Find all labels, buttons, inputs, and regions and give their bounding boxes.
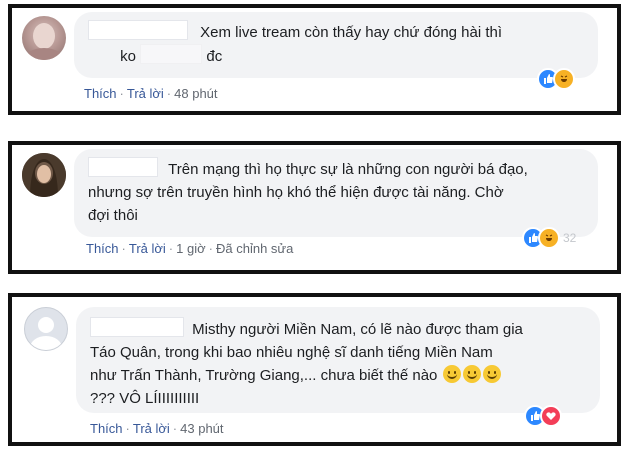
redacted-username[interactable]	[90, 317, 184, 337]
reply-button[interactable]: Trả lời	[129, 241, 166, 256]
separator-dot: ·	[125, 421, 130, 436]
reaction-count: 32	[563, 231, 577, 245]
reaction-summary[interactable]	[524, 405, 562, 427]
reply-button[interactable]: Trả lời	[133, 421, 170, 436]
smile-emoji-icon	[462, 365, 481, 383]
redacted-text	[140, 44, 203, 64]
comment-text: đợi thôi	[88, 207, 138, 224]
comment-text: đc	[206, 48, 223, 65]
redacted-text	[88, 46, 116, 64]
comment-text: ko	[120, 48, 137, 65]
comment-timestamp[interactable]: 1 giờ	[176, 241, 206, 256]
comment-timestamp[interactable]: 48 phút	[174, 86, 217, 101]
like-button[interactable]: Thích	[84, 86, 117, 101]
separator-dot: ·	[208, 241, 213, 256]
comment-card-1: Xem live tream còn thấy hay chứ đóng hài…	[8, 4, 621, 115]
comment-bubble: Trên mạng thì họ thực sự là những con ng…	[74, 149, 598, 237]
haha-icon	[538, 227, 560, 249]
commenter-avatar[interactable]	[22, 153, 66, 197]
comment-text: Misthy người Miền Nam, có lẽ nào được th…	[192, 321, 523, 338]
separator-dot: ·	[168, 241, 174, 256]
comment-text: nhưng sợ trên truyền hình họ khó thể hiệ…	[88, 184, 504, 201]
avatar-photo-icon	[24, 23, 64, 60]
comment-card-3: Misthy người Miền Nam, có lẽ nào được th…	[8, 293, 621, 446]
default-avatar-icon	[30, 317, 62, 350]
reply-button[interactable]: Trả lời	[127, 86, 164, 101]
comment-timestamp[interactable]: 43 phút	[180, 421, 223, 436]
love-icon	[540, 405, 562, 427]
commenter-avatar[interactable]	[24, 307, 68, 351]
separator-dot: ·	[166, 86, 172, 101]
comment-text: như Trấn Thành, Trường Giang,... chưa bi…	[90, 367, 438, 384]
comment-text: Trên mạng thì họ thực sự là những con ng…	[168, 161, 528, 178]
separator-dot: ·	[119, 86, 124, 101]
comment-bubble: Misthy người Miền Nam, có lẽ nào được th…	[76, 307, 600, 413]
comment-card-2: Trên mạng thì họ thực sự là những con ng…	[8, 141, 621, 274]
comment-text: Xem live tream còn thấy hay chứ đóng hài…	[200, 24, 503, 41]
comment-actions: Thích · Trả lời · 43 phút	[90, 421, 224, 436]
comment-bubble: Xem live tream còn thấy hay chứ đóng hài…	[74, 12, 598, 78]
commenter-avatar[interactable]	[22, 16, 66, 60]
smile-emoji-icon	[482, 365, 501, 383]
like-button[interactable]: Thích	[90, 421, 123, 436]
redacted-username[interactable]	[88, 157, 158, 177]
comment-actions: Thích · Trả lời · 48 phút	[84, 86, 218, 101]
haha-icon	[553, 68, 575, 90]
reaction-summary[interactable]	[537, 68, 575, 90]
comment-text: Táo Quân, trong khi bao nhiêu nghệ sĩ da…	[90, 344, 493, 361]
separator-dot: ·	[121, 241, 126, 256]
edited-label[interactable]: Đã chỉnh sửa	[216, 241, 293, 256]
comment-text: ??? VÔ LÍIIIIIIIIII	[90, 390, 200, 407]
comment-actions: Thích · Trả lời · 1 giờ · Đã chỉnh sửa	[86, 241, 293, 256]
like-button[interactable]: Thích	[86, 241, 119, 256]
avatar-photo-icon	[22, 153, 66, 197]
redacted-username[interactable]	[88, 20, 188, 40]
reaction-summary[interactable]: 32	[522, 227, 576, 249]
smile-emoji-icon	[442, 365, 461, 383]
separator-dot: ·	[172, 421, 178, 436]
